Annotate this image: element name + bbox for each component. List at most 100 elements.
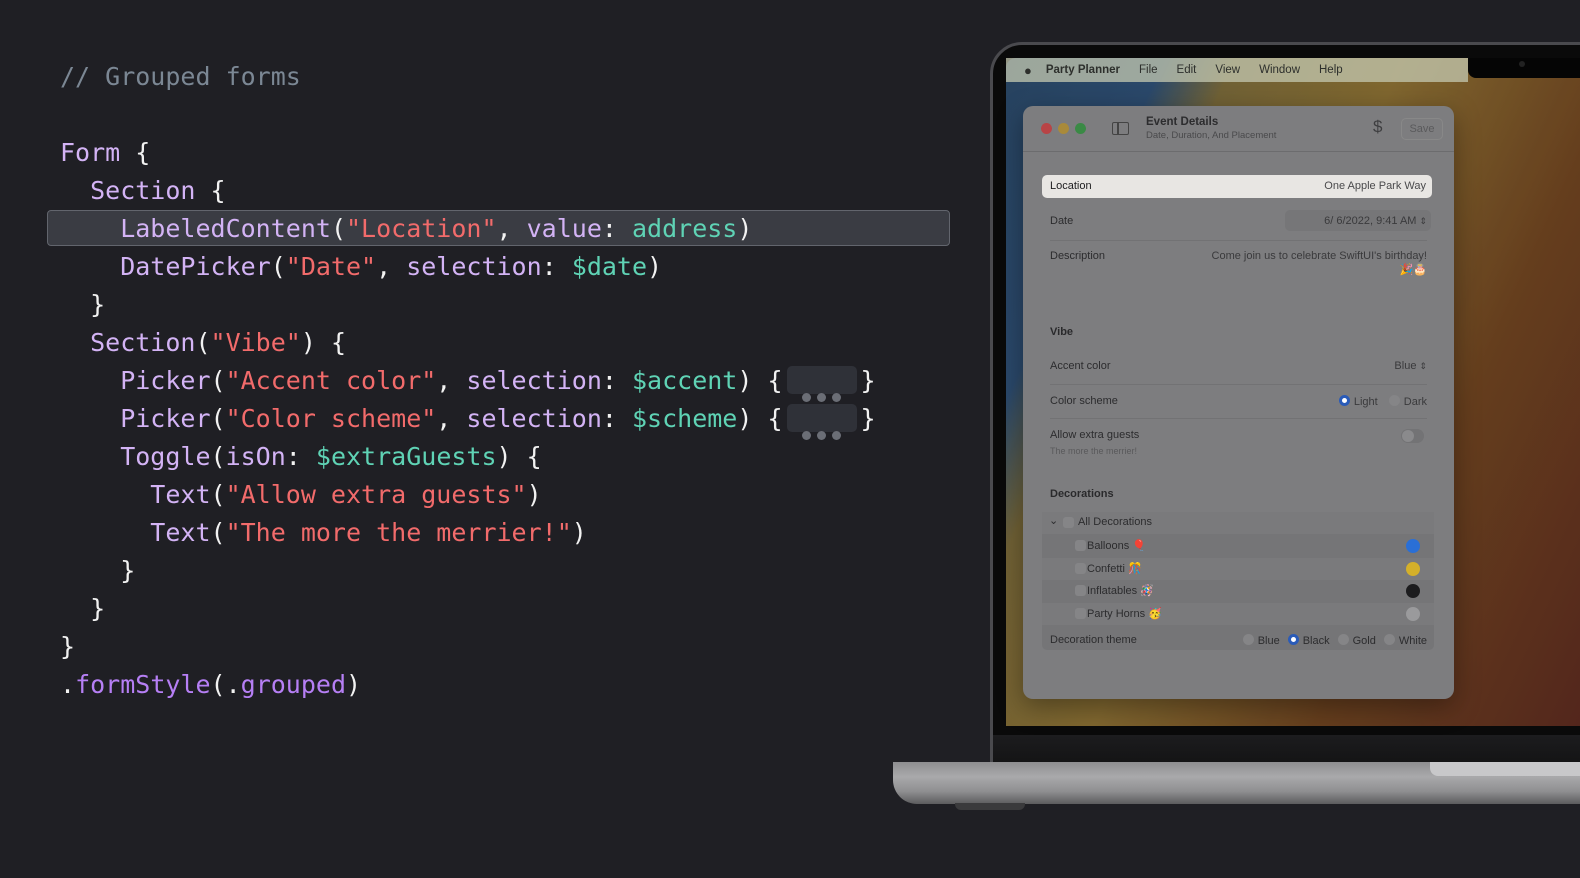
code-token: ) { (300, 328, 346, 357)
code-token: "Accent color" (225, 366, 437, 395)
radio-theme-gold-label[interactable]: Gold (1353, 635, 1376, 647)
code-token: ) { (496, 442, 542, 471)
decoration-checkbox[interactable] (1075, 585, 1086, 596)
sidebar-toggle-icon[interactable] (1112, 122, 1129, 135)
code-token: LabeledContent (60, 214, 331, 243)
code-token: DatePicker (60, 252, 271, 281)
date-picker-value[interactable]: 6/ 6/2022, 9:41 AM ⇕ (1324, 215, 1427, 227)
decoration-color-swatch[interactable] (1406, 584, 1420, 598)
apple-menu-icon[interactable]: ● (1024, 63, 1032, 78)
code-token: $extraGuests (315, 442, 497, 471)
code-token: ( (210, 480, 226, 509)
decoration-row[interactable]: Inflatables 🪅 (1042, 580, 1434, 602)
radio-dark-label[interactable]: Dark (1404, 396, 1427, 408)
code-token: Picker (60, 404, 211, 433)
collapsed-code-ellipsis-icon[interactable] (786, 404, 857, 440)
description-emoji: 🎉🎂 (1399, 264, 1427, 276)
code-line: DatePicker("Date", selection: $date) (60, 248, 662, 286)
chevron-down-icon[interactable]: ⌄ (1049, 514, 1058, 527)
code-token: (. (210, 670, 241, 699)
menu-file[interactable]: File (1139, 64, 1158, 76)
code-token: formStyle (75, 670, 211, 699)
menu-window[interactable]: Window (1259, 64, 1300, 76)
zoom-window-button[interactable] (1075, 123, 1086, 134)
decoration-color-swatch[interactable] (1406, 561, 1420, 576)
description-value: Come join us to celebrate SwiftUI's birt… (1211, 250, 1427, 262)
code-token: Section (60, 176, 196, 205)
code-token: "The more the merrier!" (225, 518, 572, 547)
separator (1050, 384, 1427, 385)
code-token: address (632, 214, 738, 243)
section-header-vibe: Vibe (1050, 326, 1074, 338)
code-line: } (60, 552, 135, 590)
close-window-button[interactable] (1041, 123, 1052, 134)
save-button[interactable]: Save (1401, 118, 1443, 140)
code-token: ) (526, 480, 542, 509)
code-token: selection (466, 404, 602, 433)
radio-light[interactable] (1338, 395, 1350, 406)
section-header-decorations: Decorations (1050, 488, 1114, 500)
separator (1050, 418, 1427, 419)
minimize-window-button[interactable] (1058, 123, 1069, 134)
code-line: Text("The more the merrier!") (60, 514, 587, 552)
code-token: value (526, 214, 602, 243)
code-token: Toggle (60, 442, 211, 471)
decoration-checkbox[interactable] (1075, 562, 1086, 574)
all-decorations-label: All Decorations (1078, 516, 1152, 528)
code-token: { (195, 176, 226, 205)
decoration-row[interactable]: Party Horns 🥳 (1042, 602, 1434, 625)
radio-theme-black[interactable] (1287, 634, 1299, 645)
decoration-theme-radio-group: Blue Black Gold White (1235, 634, 1427, 647)
menu-bar: ● Party Planner File Edit View Window He… (1006, 58, 1468, 82)
code-token: } (860, 404, 876, 433)
window-subtitle: Date, Duration, And Placement (1146, 130, 1277, 141)
all-decorations-checkbox[interactable] (1063, 517, 1074, 528)
accent-color-picker[interactable]: Blue ⇕ (1394, 360, 1427, 372)
code-token: , (436, 366, 467, 395)
radio-theme-black-label[interactable]: Black (1303, 635, 1330, 647)
menu-view[interactable]: View (1215, 64, 1240, 76)
code-line: } (60, 286, 105, 324)
laptop-foot (955, 803, 1025, 810)
decoration-color-swatch[interactable] (1406, 606, 1420, 621)
code-token: ( (270, 252, 286, 281)
laptop-bezel-chin (993, 735, 1580, 763)
code-token: "Location" (346, 214, 497, 243)
code-token: ( (330, 214, 346, 243)
location-label: Location (1050, 180, 1092, 192)
decoration-checkbox[interactable] (1075, 540, 1086, 551)
radio-theme-blue[interactable] (1242, 634, 1254, 645)
code-token: . (60, 670, 76, 699)
decoration-color-swatch[interactable] (1406, 539, 1420, 553)
radio-dark[interactable] (1388, 395, 1400, 406)
code-token: $date (571, 252, 648, 281)
code-token: : (285, 442, 316, 471)
accent-stepper-icon[interactable]: ⇕ (1419, 361, 1427, 371)
code-line: } (60, 628, 75, 666)
decoration-row[interactable]: Balloons 🎈 (1042, 535, 1434, 557)
decoration-checkbox[interactable] (1075, 607, 1086, 619)
menu-edit[interactable]: Edit (1177, 64, 1197, 76)
radio-theme-blue-label[interactable]: Blue (1258, 635, 1280, 647)
menu-help[interactable]: Help (1319, 64, 1343, 76)
radio-theme-white-label[interactable]: White (1399, 635, 1427, 647)
code-line: Section("Vibe") { (60, 324, 346, 362)
code-token: Picker (60, 366, 211, 395)
collapsed-code-ellipsis-icon[interactable] (786, 366, 857, 402)
dollar-icon[interactable]: $ (1373, 117, 1382, 137)
window-titlebar: Event Details Date, Duration, And Placem… (1023, 106, 1454, 152)
code-token: , (436, 404, 467, 433)
all-decorations-row[interactable]: ⌄ All Decorations (1042, 512, 1434, 534)
code-line: .formStyle(.grouped) (60, 666, 361, 704)
extra-guests-toggle[interactable] (1401, 429, 1424, 443)
radio-light-label[interactable]: Light (1354, 396, 1378, 408)
radio-theme-gold[interactable] (1337, 634, 1349, 645)
code-token: "Color scheme" (225, 404, 437, 433)
window-title: Event Details (1146, 116, 1219, 128)
date-stepper-icon[interactable]: ⇕ (1419, 216, 1427, 226)
code-token: , (376, 252, 407, 281)
radio-theme-white[interactable] (1383, 634, 1395, 645)
decoration-row[interactable]: Confetti 🎊 (1042, 557, 1434, 580)
menu-app-name[interactable]: Party Planner (1046, 64, 1120, 76)
color-scheme-radio-group: Light Dark (1331, 395, 1427, 408)
